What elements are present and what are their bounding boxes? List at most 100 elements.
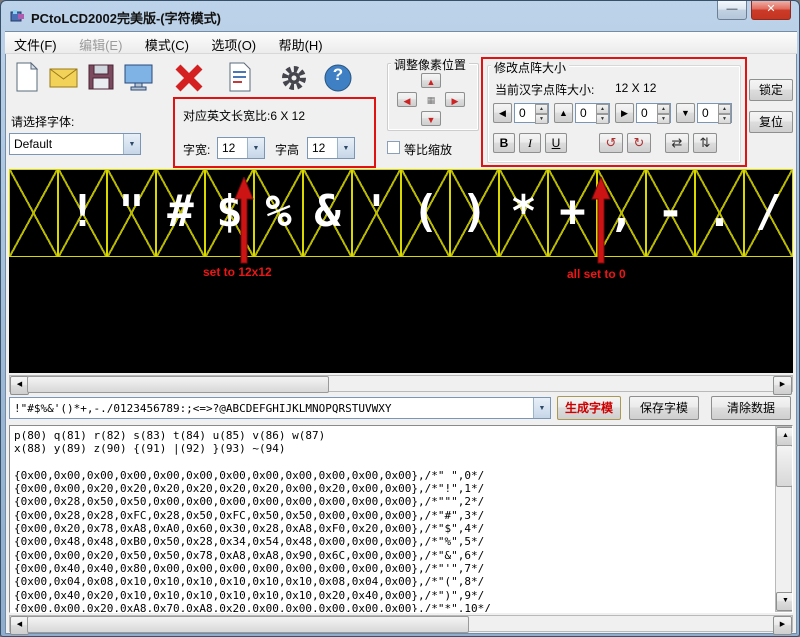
- clipboard-icon[interactable]: [227, 61, 253, 93]
- scroll-thumb[interactable]: [27, 376, 329, 393]
- menu-help[interactable]: 帮助(H): [270, 32, 332, 57]
- scale-checkbox[interactable]: [387, 141, 400, 154]
- scale-checkbox-label: 等比缩放: [404, 141, 452, 158]
- new-file-icon[interactable]: [13, 61, 41, 93]
- char-width-combo[interactable]: 12 ▼: [217, 137, 265, 159]
- align-right-icon[interactable]: ▶: [615, 103, 634, 123]
- char-cell[interactable]: .: [695, 169, 744, 257]
- offset-top-value: 0: [576, 104, 596, 122]
- close-button[interactable]: ✕: [751, 1, 791, 20]
- scroll-right-icon[interactable]: ▶: [773, 376, 792, 395]
- menu-options[interactable]: 选项(O): [202, 32, 265, 57]
- font-select-combo[interactable]: Default ▼: [9, 133, 141, 155]
- annotation-right-text: all set to 0: [567, 267, 626, 281]
- char-cell[interactable]: (: [401, 169, 450, 257]
- underline-button[interactable]: U: [545, 133, 567, 153]
- combo-arrow-icon[interactable]: ▼: [337, 138, 354, 158]
- spin-up-icon[interactable]: ▲: [718, 104, 731, 114]
- char-cell[interactable]: +: [548, 169, 597, 257]
- help-icon[interactable]: ?: [323, 63, 353, 93]
- font-select-value: Default: [10, 137, 123, 151]
- output-line: [10, 456, 772, 469]
- charmap-value: !"#$%&'()*+,-./0123456789:;<=>?@ABCDEFGH…: [10, 402, 533, 415]
- char-cell[interactable]: ): [450, 169, 499, 257]
- spin-down-icon[interactable]: ▼: [535, 114, 548, 124]
- output-line: {0x00,0x40,0x40,0x80,0x00,0x00,0x00,0x00…: [10, 562, 772, 575]
- move-up-button[interactable]: ▲: [421, 73, 441, 88]
- save-font-button[interactable]: 保存字模: [629, 396, 699, 420]
- rotate-left-icon[interactable]: ↺: [599, 133, 623, 153]
- save-icon[interactable]: [87, 63, 115, 91]
- combo-arrow-icon[interactable]: ▼: [247, 138, 264, 158]
- char-cell[interactable]: /: [744, 169, 793, 257]
- menu-edit[interactable]: 编辑(E): [70, 32, 131, 57]
- close-icon: ✕: [766, 3, 775, 15]
- charmap-combo[interactable]: !"#$%&'()*+,-./0123456789:;<=>?@ABCDEFGH…: [9, 397, 551, 419]
- combo-arrow-icon[interactable]: ▼: [533, 398, 550, 418]
- reset-button[interactable]: 复位: [749, 111, 793, 133]
- spin-down-icon[interactable]: ▼: [596, 114, 609, 124]
- char-cell[interactable]: [9, 169, 58, 257]
- matrix-current-value: 12 X 12: [615, 81, 656, 95]
- move-right-button[interactable]: ▶: [445, 92, 465, 107]
- italic-button[interactable]: I: [519, 133, 541, 153]
- spin-up-icon[interactable]: ▲: [596, 104, 609, 114]
- align-top-icon[interactable]: ▲: [554, 103, 573, 123]
- title-bar[interactable]: PCtoLCD2002完美版-(字符模式) — ✕: [1, 1, 799, 31]
- char-cell[interactable]: &: [303, 169, 352, 257]
- output-line: {0x00,0x28,0x50,0x50,0x00,0x00,0x00,0x00…: [10, 495, 772, 508]
- scroll-thumb[interactable]: [776, 445, 793, 487]
- char-cell[interactable]: #: [156, 169, 205, 257]
- delete-icon[interactable]: [173, 63, 205, 93]
- align-left-icon[interactable]: ◀: [493, 103, 512, 123]
- generate-button[interactable]: 生成字模: [557, 396, 621, 420]
- spin-up-icon[interactable]: ▲: [657, 104, 670, 114]
- window-title: PCtoLCD2002完美版-(字符模式): [31, 8, 221, 27]
- move-left-button[interactable]: ◀: [397, 92, 417, 107]
- bold-button[interactable]: B: [493, 133, 515, 153]
- output-area[interactable]: p(80) q(81) r(82) s(83) t(84) u(85) v(86…: [9, 425, 793, 613]
- settings-gear-icon[interactable]: [279, 63, 309, 93]
- grid-horizontal-scrollbar[interactable]: ◀ ▶: [9, 375, 793, 392]
- char-cell[interactable]: ': [352, 169, 401, 257]
- spin-down-icon[interactable]: ▼: [657, 114, 670, 124]
- output-horizontal-scrollbar[interactable]: ◀ ▶: [9, 615, 793, 632]
- menu-file[interactable]: 文件(F): [5, 32, 66, 57]
- combo-arrow-icon[interactable]: ▼: [123, 134, 140, 154]
- char-cell[interactable]: -: [646, 169, 695, 257]
- rotate-right-icon[interactable]: ↻: [627, 133, 651, 153]
- offset-left-spinner[interactable]: 0 ▲▼: [514, 103, 549, 123]
- output-line: {0x00,0x04,0x08,0x10,0x10,0x10,0x10,0x10…: [10, 575, 772, 588]
- character-preview-grid[interactable]: ! " # $ % & ' ( ) * + , - . /: [9, 169, 793, 373]
- char-cell[interactable]: !: [58, 169, 107, 257]
- move-down-button[interactable]: ▼: [421, 111, 441, 126]
- flip-horizontal-icon[interactable]: ⇄: [665, 133, 689, 153]
- output-vertical-scrollbar[interactable]: ▲ ▼: [775, 426, 792, 612]
- menu-mode[interactable]: 模式(C): [136, 32, 198, 57]
- spin-down-icon[interactable]: ▼: [718, 114, 731, 124]
- char-height-combo[interactable]: 12 ▼: [307, 137, 355, 159]
- offset-left-value: 0: [515, 104, 535, 122]
- offset-right-spinner[interactable]: 0 ▲▼: [636, 103, 671, 123]
- lock-button[interactable]: 锁定: [749, 79, 793, 101]
- open-file-icon[interactable]: [49, 65, 79, 91]
- scroll-down-icon[interactable]: ▼: [776, 592, 793, 611]
- scroll-thumb[interactable]: [27, 616, 469, 633]
- scroll-up-icon[interactable]: ▲: [776, 427, 793, 446]
- char-cell[interactable]: %: [254, 169, 303, 257]
- help-question-glyph: ?: [323, 65, 353, 85]
- char-cell[interactable]: *: [499, 169, 548, 257]
- align-bottom-icon[interactable]: ▼: [676, 103, 695, 123]
- scroll-right-icon[interactable]: ▶: [773, 616, 792, 635]
- minimize-button[interactable]: —: [717, 1, 747, 20]
- output-line: {0x00,0x40,0x20,0x10,0x10,0x10,0x10,0x10…: [10, 589, 772, 602]
- spin-up-icon[interactable]: ▲: [535, 104, 548, 114]
- offset-right-value: 0: [637, 104, 657, 122]
- clear-data-button[interactable]: 清除数据: [711, 396, 791, 420]
- offset-top-spinner[interactable]: 0 ▲▼: [575, 103, 610, 123]
- output-line: x(88) y(89) z(90) {(91) |(92) }(93) ~(94…: [10, 442, 772, 455]
- offset-bottom-spinner[interactable]: 0 ▲▼: [697, 103, 732, 123]
- char-cell[interactable]: ": [107, 169, 156, 257]
- flip-vertical-icon[interactable]: ⇅: [693, 133, 717, 153]
- display-setup-icon[interactable]: [123, 63, 155, 93]
